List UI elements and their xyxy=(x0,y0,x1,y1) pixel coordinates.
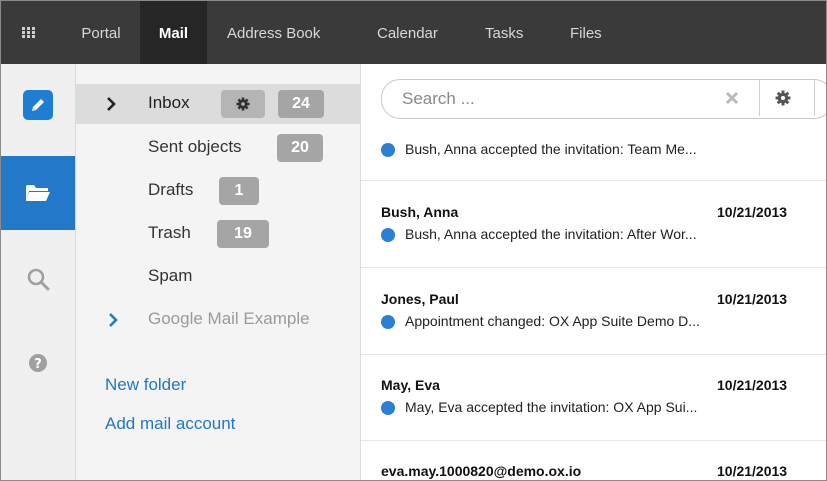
unread-count-badge: 19 xyxy=(217,220,269,248)
unread-count-badge: 1 xyxy=(219,177,259,205)
mail-list-item[interactable]: May, Eva 10/21/2013 May, Eva accepted th… xyxy=(361,375,826,425)
divider xyxy=(814,80,815,116)
folder-label: Trash xyxy=(148,223,191,242)
folder-spam[interactable]: Spam xyxy=(76,257,360,297)
tool-rail: ? xyxy=(1,64,76,480)
divider xyxy=(361,440,826,441)
unread-count-badge: 20 xyxy=(277,134,323,162)
search-button[interactable] xyxy=(1,242,75,316)
divider xyxy=(361,180,826,181)
folder-google-mail-example[interactable]: Google Mail Example xyxy=(76,300,360,340)
tab-tasks[interactable]: Tasks xyxy=(485,1,523,64)
mail-subject: Appointment changed: OX App Suite Demo D… xyxy=(405,313,700,329)
mail-sender: May, Eva xyxy=(381,377,440,393)
app-launcher-icon[interactable] xyxy=(22,27,36,38)
tab-portal[interactable]: Portal xyxy=(62,1,140,64)
mail-list-item[interactable]: eva.may.1000820@demo.ox.io 10/21/2013 xyxy=(361,461,826,480)
folder-drafts[interactable]: Drafts 1 xyxy=(76,171,360,211)
mail-list-item[interactable]: Bush, Anna 10/21/2013 Bush, Anna accepte… xyxy=(361,202,826,252)
folder-trash[interactable]: Trash 19 xyxy=(76,214,360,254)
mail-subject: May, Eva accepted the invitation: OX App… xyxy=(405,399,698,415)
folder-inbox[interactable]: Inbox 24 xyxy=(76,84,360,124)
svg-text:?: ? xyxy=(34,357,42,372)
pencil-icon xyxy=(23,90,53,120)
folder-view-button[interactable] xyxy=(1,156,75,230)
tab-address-book[interactable]: Address Book xyxy=(227,1,320,64)
divider xyxy=(361,267,826,268)
search-icon xyxy=(27,268,50,291)
unread-count-badge: 24 xyxy=(278,90,324,118)
folder-open-icon xyxy=(26,185,50,201)
mail-sender: Jones, Paul xyxy=(381,291,459,307)
mail-date: 10/21/2013 xyxy=(717,204,788,220)
chevron-right-icon[interactable] xyxy=(108,313,118,327)
folder-sent-objects[interactable]: Sent objects 20 xyxy=(76,128,360,168)
mail-date: 10/21/2013 xyxy=(717,377,788,393)
top-navigation-bar: Portal Mail Address Book Calendar Tasks … xyxy=(1,1,826,64)
mail-sender: Bush, Anna xyxy=(381,204,459,220)
unread-indicator xyxy=(381,228,395,242)
folder-label: Google Mail Example xyxy=(148,309,310,328)
chevron-right-icon[interactable] xyxy=(106,97,116,111)
app-window: Portal Mail Address Book Calendar Tasks … xyxy=(0,0,827,481)
tab-calendar[interactable]: Calendar xyxy=(377,1,438,64)
new-folder-link[interactable]: New folder xyxy=(105,375,186,395)
mail-sender: eva.may.1000820@demo.ox.io xyxy=(381,463,582,479)
help-button[interactable]: ? xyxy=(1,326,75,400)
mail-list-item[interactable]: Jones, Paul 10/21/2013 Appointment chang… xyxy=(361,289,826,339)
tab-files[interactable]: Files xyxy=(570,1,602,64)
folder-label: Inbox xyxy=(148,93,190,112)
tab-mail[interactable]: Mail xyxy=(140,1,207,64)
add-mail-account-link[interactable]: Add mail account xyxy=(105,414,235,434)
folder-options-button[interactable] xyxy=(221,90,265,118)
mail-subject: Bush, Anna accepted the invitation: Afte… xyxy=(405,226,697,242)
unread-indicator xyxy=(381,143,395,157)
mail-subject: Bush, Anna accepted the invitation: Team… xyxy=(405,141,697,157)
search-box xyxy=(381,79,826,119)
folder-label: Sent objects xyxy=(148,137,242,156)
gear-icon xyxy=(236,97,250,111)
divider xyxy=(361,354,826,355)
gear-icon[interactable] xyxy=(775,90,791,106)
unread-indicator xyxy=(381,315,395,329)
mail-date: 10/21/2013 xyxy=(717,463,788,479)
divider xyxy=(759,80,760,116)
help-icon: ? xyxy=(29,354,47,372)
unread-indicator xyxy=(381,401,395,415)
folder-label: Drafts xyxy=(148,180,194,199)
clear-search-icon[interactable] xyxy=(725,91,739,105)
mail-list-item[interactable]: Bush, Anna accepted the invitation: Team… xyxy=(361,138,826,178)
mail-date: 10/21/2013 xyxy=(717,291,788,307)
mail-list-panel: Bush, Anna accepted the invitation: Team… xyxy=(361,64,826,480)
compose-button[interactable] xyxy=(1,68,75,142)
folder-panel: Inbox 24 Sent objects 20 Drafts 1 Trash … xyxy=(76,64,361,480)
folder-label: Spam xyxy=(148,266,193,285)
search-input[interactable] xyxy=(400,80,724,118)
